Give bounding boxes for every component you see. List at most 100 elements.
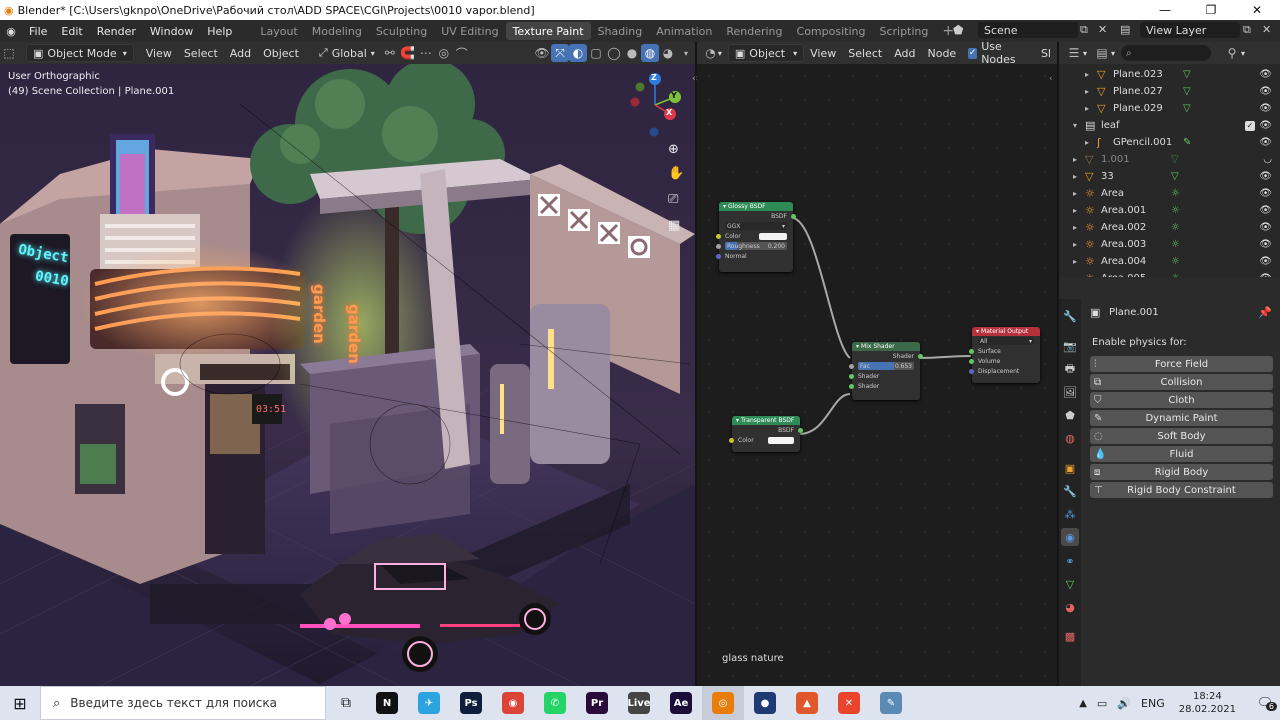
expand-right-icon[interactable]: ▸	[1073, 155, 1077, 164]
transparent-color-socket[interactable]	[729, 437, 734, 443]
menu-view[interactable]: View	[140, 44, 178, 62]
menu-add[interactable]: Add	[224, 44, 257, 62]
menu-render[interactable]: Render	[90, 25, 143, 38]
cloth-button[interactable]: ⛉ Cloth	[1090, 392, 1273, 408]
outliner-row[interactable]: ▸ ▽ Plane.029 ▽ 👁	[1059, 100, 1280, 117]
expand-right-icon[interactable]: ▸	[1085, 70, 1089, 79]
tab-texture-paint[interactable]: Texture Paint	[505, 22, 591, 40]
output-tab-icon[interactable]: 🖶	[1061, 360, 1079, 378]
mesh-data-icon[interactable]: ▽	[1183, 103, 1191, 114]
outliner-row[interactable]: ▸ ʃ GPencil.001 ✎ 👁	[1059, 134, 1280, 151]
outliner-row[interactable]: ▸ ☼ Area ☼ 👁	[1059, 185, 1280, 202]
menu-window[interactable]: Window	[143, 25, 200, 38]
taskbar-app-button[interactable]: ✕	[828, 686, 870, 720]
pan-hand-icon[interactable]: ✋	[668, 166, 684, 181]
taskbar-app-button[interactable]: Pr	[576, 686, 618, 720]
tray-chevron-icon[interactable]: ▲	[1079, 698, 1087, 709]
rigid-body-constraint-button[interactable]: ⊤ Rigid Body Constraint	[1090, 482, 1273, 498]
view-layer-remove-icon[interactable]: ✕	[1262, 23, 1271, 36]
fac-slider[interactable]: Fac 0.653	[858, 362, 914, 370]
pivot-icon[interactable]: ⚯	[381, 44, 399, 62]
constraints-tab-icon[interactable]: ⚭	[1061, 552, 1079, 570]
taskbar-search-box[interactable]: ⌕ Введите здесь текст для поиска	[40, 686, 326, 720]
displacement-socket[interactable]	[969, 368, 974, 374]
scene-copy-icon[interactable]: ⧉	[1080, 23, 1088, 37]
eye-icon[interactable]: 👁	[1259, 86, 1272, 97]
taskbar-app-button[interactable]: Ae	[660, 686, 702, 720]
filter-icon[interactable]: ⚲	[1223, 44, 1241, 62]
expand-right-icon[interactable]: ▸	[1073, 240, 1077, 249]
language-indicator[interactable]: ENG	[1141, 697, 1165, 710]
shading-material-icon[interactable]: ◍	[641, 44, 659, 62]
taskbar-app-button[interactable]: N	[366, 686, 408, 720]
tab-compositing[interactable]: Compositing	[790, 22, 873, 40]
taskbar-app-button[interactable]: ✆	[534, 686, 576, 720]
world-tab-icon[interactable]: ◍	[1061, 429, 1079, 447]
tab-rendering[interactable]: Rendering	[719, 22, 789, 40]
eye-icon[interactable]: 👁	[1259, 69, 1272, 80]
proportional-falloff-icon[interactable]: ⌒	[453, 44, 471, 62]
tab-shading[interactable]: Shading	[591, 22, 650, 40]
outliner-row[interactable]: ▸ ▽ Plane.027 ▽ 👁	[1059, 83, 1280, 100]
render-tab-icon[interactable]: 📷	[1061, 337, 1079, 355]
close-button[interactable]: ✕	[1234, 0, 1280, 20]
tab-layout[interactable]: Layout	[253, 22, 304, 40]
volume-socket[interactable]	[969, 358, 974, 364]
taskbar-app-button[interactable]: ▲	[786, 686, 828, 720]
collision-button[interactable]: ⧉ Collision	[1090, 374, 1273, 390]
expand-right-icon[interactable]: ▸	[1085, 104, 1089, 113]
transparent-color-swatch[interactable]	[768, 436, 794, 444]
outliner-row[interactable]: ▸ ☼ Area.001 ☼ 👁	[1059, 202, 1280, 219]
mesh-data-icon[interactable]: ▽	[1183, 69, 1191, 80]
glossy-node-header[interactable]: ▾ Glossy BSDF	[719, 202, 793, 211]
mix-shader-in1-socket[interactable]	[849, 373, 854, 379]
material-tab-icon[interactable]: ◕	[1061, 598, 1079, 616]
view-layer-selector[interactable]: View Layer	[1140, 22, 1240, 38]
outliner-row[interactable]: ▸ ☼ Area.003 ☼ 👁	[1059, 236, 1280, 253]
use-nodes-toggle[interactable]: ✓ Use Nodes	[962, 40, 1035, 66]
expand-right-icon[interactable]: ▸	[1073, 206, 1077, 215]
material-output-node[interactable]: ▾ Material Output All ▾ Surface Volume Dis…	[969, 327, 1040, 383]
outliner-row[interactable]: ▸ ▽ Plane.023 ▽ 👁	[1059, 66, 1280, 83]
glossy-color-socket[interactable]	[716, 233, 721, 239]
snap-target-icon[interactable]: ⋯	[417, 44, 435, 62]
slot-dropdown[interactable]: Sl	[1035, 44, 1057, 62]
taskbar-app-button[interactable]: Ps	[450, 686, 492, 720]
roughness-slider[interactable]: Roughness 0.200	[725, 242, 787, 250]
eye-icon[interactable]: 👁	[1259, 137, 1272, 148]
light-data-icon[interactable]: ☼	[1171, 222, 1180, 233]
expand-right-icon[interactable]: ▸	[1073, 172, 1077, 181]
task-view-icon[interactable]: ⧉	[326, 695, 366, 711]
taskbar-app-button[interactable]: ✎	[870, 686, 912, 720]
mesh-data-icon[interactable]: ✎	[1183, 137, 1191, 148]
scene-remove-icon[interactable]: ✕	[1098, 23, 1107, 36]
modifier-tab-icon[interactable]: 🔧	[1061, 482, 1079, 500]
eye-icon[interactable]: 👁	[1259, 222, 1272, 233]
node-editor-canvas[interactable]: ▾ Glossy BSDF BSDF GGX ▾ Color Roughness 0.…	[697, 64, 1057, 686]
visibility-icon[interactable]: 👁	[533, 44, 551, 62]
xray-icon[interactable]: ▢	[587, 44, 605, 62]
fluid-button[interactable]: 💧 Fluid	[1090, 446, 1273, 462]
orientation-dropdown[interactable]: ⤢ Global ▾	[313, 44, 381, 62]
pin-icon[interactable]: 📌	[1258, 306, 1272, 319]
outliner-panel[interactable]: ▸ ▽ Plane.023 ▽ 👁 ▸ ▽ Plane.027 ▽ 👁 ▸ ▽ Plane.029 ▽ 👁 ▾…	[1059, 64, 1280, 277]
taskbar-app-button[interactable]: ●	[744, 686, 786, 720]
transparent-bsdf-node[interactable]: ▾ Transparent BSDF BSDF Color	[729, 416, 803, 452]
rigid-body-button[interactable]: ⧈ Rigid Body	[1090, 464, 1273, 480]
tab-modeling[interactable]: Modeling	[305, 22, 369, 40]
taskbar-clock[interactable]: 18:24 28.02.2021	[1179, 690, 1236, 716]
view-layer-icon[interactable]: ▤	[1120, 23, 1130, 36]
fac-socket[interactable]	[849, 363, 854, 369]
menu-select[interactable]: Select	[178, 44, 224, 62]
normal-socket[interactable]	[716, 253, 721, 259]
light-data-icon[interactable]: ☼	[1171, 205, 1180, 216]
mix-node-header[interactable]: ▾ Mix Shader	[852, 342, 920, 351]
expand-right-icon[interactable]: ▸	[1085, 87, 1089, 96]
eye-icon[interactable]: 👁	[1259, 171, 1272, 182]
menu-edit[interactable]: Edit	[54, 25, 89, 38]
mesh-data-icon[interactable]: ▽	[1183, 86, 1191, 97]
outliner-search-input[interactable]: ⌕	[1121, 45, 1212, 61]
mix-shader-node[interactable]: ▾ Mix Shader Shader Fac 0.653 Shader Shade…	[849, 342, 923, 400]
view-layer-tab-icon[interactable]: 🖼	[1061, 383, 1079, 401]
outliner-row[interactable]: ▾ ▤ leaf ✓ 👁	[1059, 117, 1280, 134]
